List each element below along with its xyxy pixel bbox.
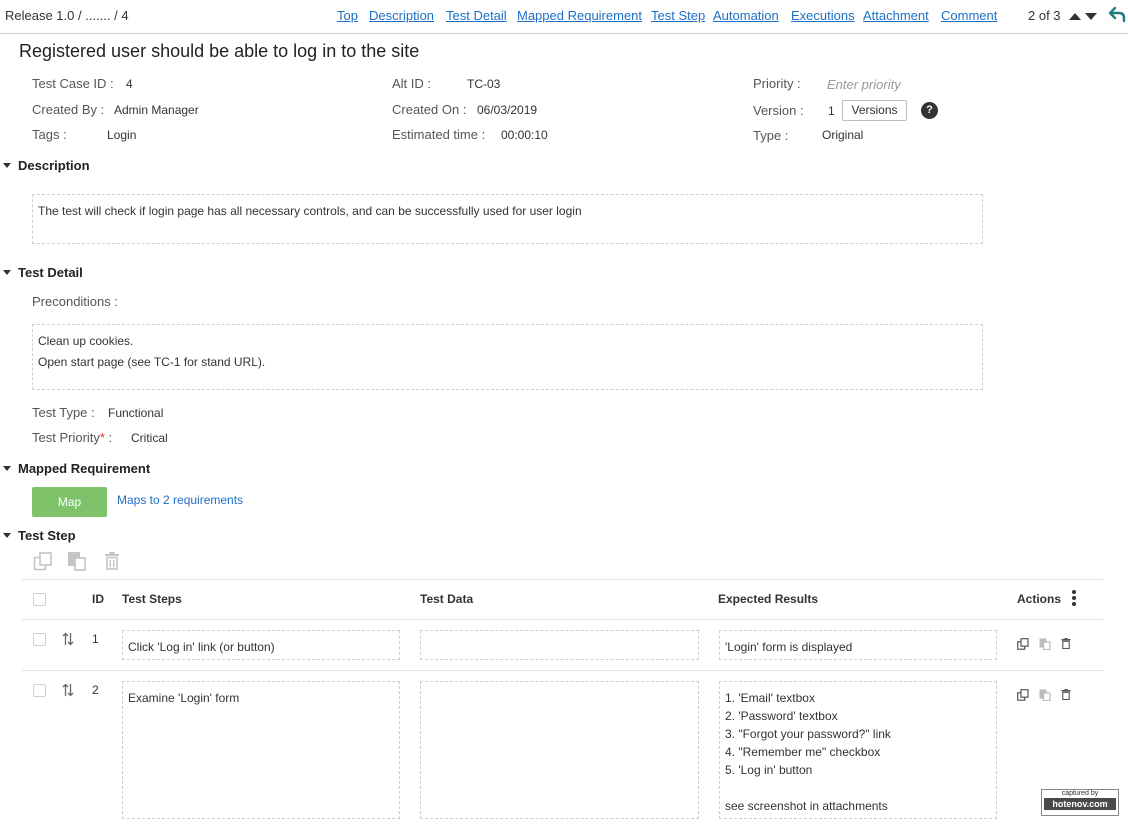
created-by-label: Created By : xyxy=(32,102,105,117)
section-test-detail-title[interactable]: Test Detail xyxy=(18,265,83,280)
row-checkbox[interactable] xyxy=(33,633,46,646)
precondition-line: Clean up cookies. xyxy=(38,334,134,348)
column-header-test-steps: Test Steps xyxy=(122,592,182,606)
description-text: The test will check if login page has al… xyxy=(38,204,582,218)
expected-line: 1. 'Email' textbox xyxy=(725,691,815,705)
trash-icon[interactable] xyxy=(1061,689,1071,700)
row-checkbox[interactable] xyxy=(33,684,46,697)
priority-input[interactable]: Enter priority xyxy=(827,77,901,92)
expected-line: 4. "Remember me" checkbox xyxy=(725,745,881,759)
breadcrumb: Release 1.0 / ....... / 4 xyxy=(5,8,129,23)
test-type-label: Test Type : xyxy=(32,405,95,420)
expected-line xyxy=(725,779,991,797)
test-case-id-value: 4 xyxy=(126,77,133,91)
nav-link-attachment[interactable]: Attachment xyxy=(863,8,929,23)
breadcrumb-id: 4 xyxy=(121,8,129,23)
select-all-checkbox[interactable] xyxy=(33,593,46,606)
nav-link-test-detail[interactable]: Test Detail xyxy=(446,8,507,23)
expected-line: see screenshot in attachments xyxy=(725,799,888,813)
nav-link-comment[interactable]: Comment xyxy=(941,8,997,23)
maps-to-requirements-link[interactable]: Maps to 2 requirements xyxy=(117,493,243,507)
nav-link-automation[interactable]: Automation xyxy=(713,8,779,23)
expected-line: 5. 'Log in' button xyxy=(725,763,813,777)
row-divider xyxy=(22,670,1103,671)
paste-icon[interactable] xyxy=(67,551,87,571)
arrow-down-icon[interactable] xyxy=(1085,13,1097,20)
breadcrumb-release[interactable]: Release 1.0 / xyxy=(5,8,82,23)
trash-icon[interactable] xyxy=(1061,638,1071,649)
breadcrumb-folder[interactable]: ....... / xyxy=(85,8,118,23)
mapped-requirement-collapse-icon[interactable] xyxy=(3,466,11,471)
alt-id-value[interactable]: TC-03 xyxy=(467,77,500,91)
type-value: Original xyxy=(822,128,864,142)
precondition-line: Open start page (see TC-1 for stand URL)… xyxy=(38,355,266,369)
versions-button[interactable]: Versions xyxy=(842,100,907,121)
alt-id-label: Alt ID : xyxy=(392,76,432,91)
clone-icon[interactable] xyxy=(1017,689,1029,701)
test-case-id-label: Test Case ID : xyxy=(32,76,114,91)
column-header-expected-results: Expected Results xyxy=(718,592,819,606)
trash-icon[interactable] xyxy=(104,552,120,570)
test-step-cell[interactable]: Examine 'Login' form xyxy=(122,681,400,819)
table-top-border xyxy=(22,579,1103,580)
page-title: Registered user should be able to log in… xyxy=(19,41,420,61)
test-data-cell[interactable] xyxy=(420,681,699,819)
column-header-test-data: Test Data xyxy=(420,592,474,606)
record-counter: 2 of 3 xyxy=(1028,8,1061,23)
test-priority-label: Test Priority* : xyxy=(32,430,113,445)
priority-label: Priority : xyxy=(753,76,801,91)
type-label: Type : xyxy=(753,128,789,143)
row-id: 1 xyxy=(92,632,99,646)
column-header-id: ID xyxy=(92,592,104,606)
watermark: captured by hotenov.com xyxy=(1041,789,1119,816)
row-id: 2 xyxy=(92,683,99,697)
estimated-time-value[interactable]: 00:00:10 xyxy=(501,128,548,142)
watermark-name: hotenov.com xyxy=(1044,798,1116,810)
created-on-label: Created On : xyxy=(392,102,467,117)
paste-icon[interactable] xyxy=(1039,689,1051,701)
expected-result-cell[interactable]: 1. 'Email' textbox 2. 'Password' textbox… xyxy=(719,681,997,819)
description-box[interactable]: The test will check if login page has al… xyxy=(32,194,983,244)
paste-icon[interactable] xyxy=(1039,638,1051,650)
map-button[interactable]: Map xyxy=(32,487,107,517)
arrow-up-icon[interactable] xyxy=(1069,13,1081,20)
preconditions-label: Preconditions : xyxy=(32,294,118,309)
test-detail-collapse-icon[interactable] xyxy=(3,270,11,275)
description-collapse-icon[interactable] xyxy=(3,163,11,168)
test-priority-value[interactable]: Critical xyxy=(131,431,168,445)
test-step-collapse-icon[interactable] xyxy=(3,533,11,538)
column-header-actions: Actions xyxy=(1017,592,1062,606)
more-vertical-icon[interactable] xyxy=(1072,590,1076,608)
created-on-value: 06/03/2019 xyxy=(477,103,538,117)
nav-link-description[interactable]: Description xyxy=(369,8,434,23)
nav-link-mapped-requirement[interactable]: Mapped Requirement xyxy=(517,8,642,23)
created-by-value: Admin Manager xyxy=(114,103,199,117)
tags-label: Tags : xyxy=(32,127,67,142)
help-icon[interactable]: ? xyxy=(921,102,938,119)
expected-result-cell[interactable]: 'Login' form is displayed xyxy=(719,630,997,660)
expected-line: 3. "Forgot your password?" link xyxy=(725,727,891,741)
test-step-cell[interactable]: Click 'Log in' link (or button) xyxy=(122,630,400,660)
preconditions-box[interactable]: Clean up cookies. Open start page (see T… xyxy=(32,324,983,390)
test-type-value[interactable]: Functional xyxy=(108,406,163,420)
estimated-time-label: Estimated time : xyxy=(392,127,486,142)
table-header-border xyxy=(22,619,1103,620)
tags-value[interactable]: Login xyxy=(107,128,136,142)
clone-icon[interactable] xyxy=(33,552,53,571)
nav-link-executions[interactable]: Executions xyxy=(791,8,855,23)
expected-line: 2. 'Password' textbox xyxy=(725,709,838,723)
back-arrow-icon[interactable] xyxy=(1108,5,1126,23)
reorder-icon[interactable] xyxy=(62,632,74,646)
nav-link-top[interactable]: Top xyxy=(337,8,358,23)
version-label: Version : xyxy=(753,103,804,118)
clone-icon[interactable] xyxy=(1017,638,1029,650)
watermark-caption: captured by xyxy=(1061,790,1099,797)
reorder-icon[interactable] xyxy=(62,683,74,697)
section-test-step-title[interactable]: Test Step xyxy=(18,528,76,543)
section-description-title[interactable]: Description xyxy=(18,158,90,173)
section-mapped-requirement-title[interactable]: Mapped Requirement xyxy=(18,461,150,476)
test-data-cell[interactable] xyxy=(420,630,699,660)
version-value: 1 xyxy=(828,104,835,118)
nav-link-test-step[interactable]: Test Step xyxy=(651,8,705,23)
